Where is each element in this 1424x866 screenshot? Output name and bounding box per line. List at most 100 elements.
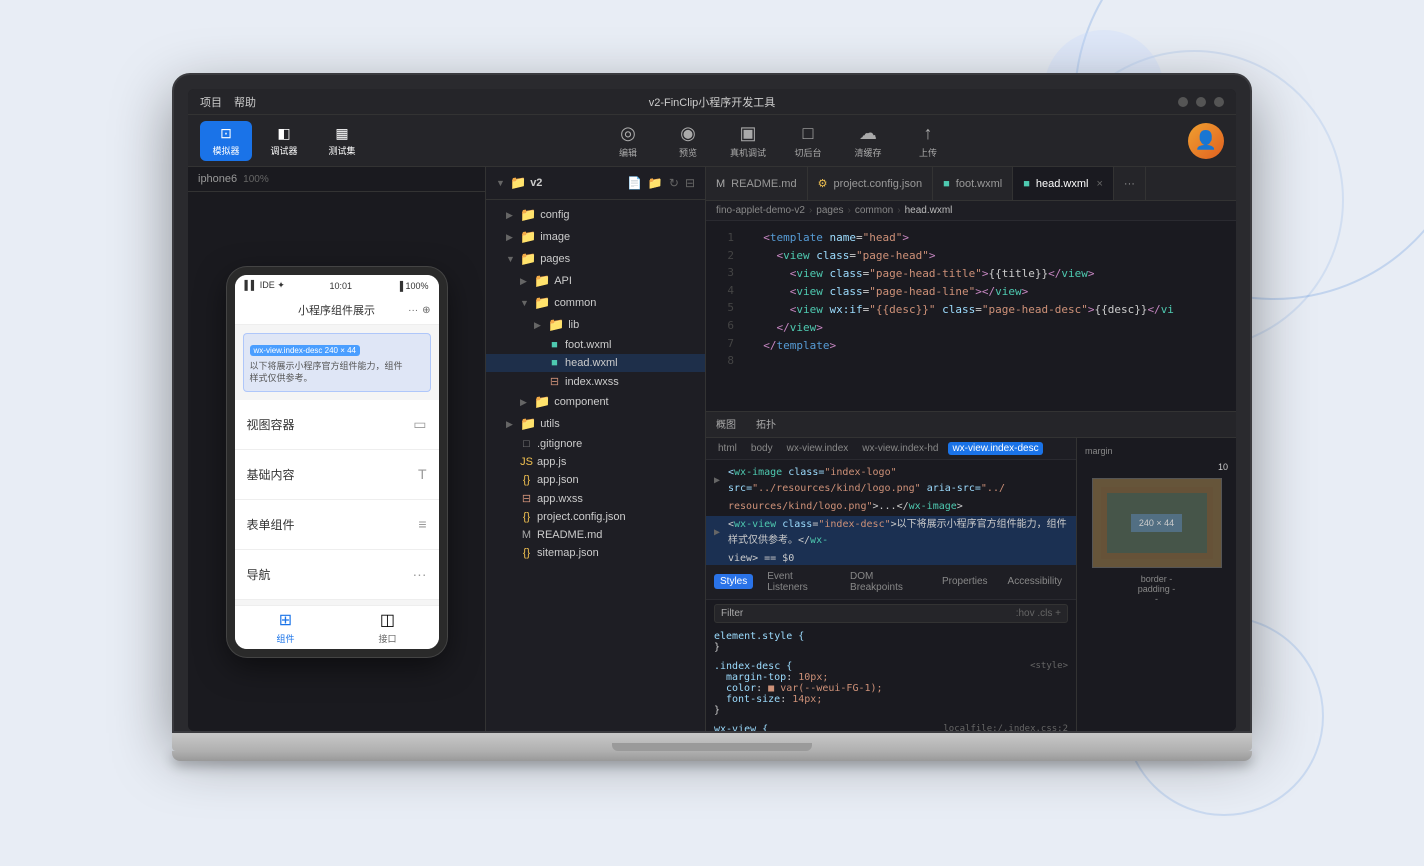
tree-item-lib[interactable]: ▶ 📁 lib — [486, 314, 705, 336]
toolbar-background-action[interactable]: □ 切后台 — [786, 123, 830, 159]
bc-html[interactable]: html — [714, 442, 741, 455]
toolbar-clear-cache-action[interactable]: ☁ 清缓存 — [846, 123, 890, 159]
breadcrumb-common: common — [855, 205, 893, 216]
upload-label: 上传 — [919, 146, 937, 159]
user-avatar[interactable]: 👤 — [1188, 123, 1224, 159]
code-editor: 1 2 3 4 5 6 7 8 <template name="head"> — [706, 221, 1236, 411]
window-minimize[interactable] — [1178, 97, 1188, 107]
tab-readme[interactable]: M README.md — [706, 167, 808, 200]
devtools-split: html body wx-view.index wx-view.index-hd… — [706, 438, 1236, 731]
breadcrumb-root: fino-applet-demo-v2 — [716, 205, 805, 216]
tab-foot-wxml[interactable]: ■ foot.wxml — [933, 167, 1013, 200]
ide-app: 项目 帮助 v2-FinClip小程序开发工具 ⊡ — [188, 89, 1236, 731]
tree-item-component[interactable]: ▶ 📁 component — [486, 391, 705, 413]
box-content-size: 240 × 44 — [1131, 514, 1182, 532]
bc-wx-view-index-desc[interactable]: wx-view.index-desc — [948, 442, 1042, 455]
phone-menu-item-2[interactable]: 表单组件 ≡ — [235, 500, 439, 550]
filter-pseudo[interactable]: :hov .cls + — [1016, 608, 1061, 619]
tree-item-head-wxml[interactable]: ▶ ■ head.wxml — [486, 354, 705, 372]
phone-nav-api[interactable]: ◫ 接口 — [378, 610, 396, 645]
json-file-icon: {} — [520, 474, 533, 486]
tab-project-config-label: project.config.json — [833, 178, 922, 190]
dom-source-line-4: view> == $0 — [706, 550, 1076, 565]
menu-item-project[interactable]: 项目 — [200, 94, 222, 110]
wxml-file-icon: ■ — [548, 357, 561, 369]
new-folder-icon[interactable]: 📁 — [648, 176, 663, 190]
tree-item-gitignore[interactable]: ▶ □ .gitignore — [486, 435, 705, 453]
file-tree-root-label: v2 — [530, 177, 542, 189]
tree-item-common[interactable]: ▼ 📁 common — [486, 292, 705, 314]
phone-menu-item-3[interactable]: 导航 ··· — [235, 550, 439, 600]
styles-tab-accessibility[interactable]: Accessibility — [1002, 574, 1068, 589]
nav-icon: ··· — [413, 566, 427, 582]
edit-icon: ◎ — [620, 123, 636, 144]
dt-tab-elements[interactable]: 概图 — [706, 412, 746, 437]
phone-nav-components[interactable]: ⊞ 组件 — [276, 610, 294, 645]
toolbar-edit-action[interactable]: ◎ 编辑 — [606, 123, 650, 159]
folder-icon: 📁 — [520, 229, 536, 245]
window-maximize[interactable] — [1196, 97, 1206, 107]
laptop: 项目 帮助 v2-FinClip小程序开发工具 ⊡ — [172, 73, 1252, 793]
tree-item-readme[interactable]: ▶ M README.md — [486, 526, 705, 544]
tree-item-app-wxss[interactable]: ▶ ⊟ app.wxss — [486, 489, 705, 508]
window-close[interactable] — [1214, 97, 1224, 107]
bc-wx-view-index-hd[interactable]: wx-view.index-hd — [858, 442, 942, 455]
menu-item-help[interactable]: 帮助 — [234, 94, 256, 110]
tree-item-api[interactable]: ▶ 📁 API — [486, 270, 705, 292]
tree-item-project-config[interactable]: ▶ {} project.config.json — [486, 508, 705, 526]
toolbar-preview-action[interactable]: ◉ 预览 — [666, 123, 710, 159]
tree-item-app-js[interactable]: ▶ JS app.js — [486, 453, 705, 471]
toolbar-simulator-btn[interactable]: ⊡ 模拟器 — [200, 121, 252, 161]
md-file-icon: M — [520, 529, 533, 541]
code-content: <template name="head"> <view class="page… — [742, 221, 1236, 411]
tree-item-utils[interactable]: ▶ 📁 utils — [486, 413, 705, 435]
collapse-icon[interactable]: ⊟ — [685, 176, 695, 190]
api-icon: ◫ — [380, 610, 395, 630]
phone-title-actions: ··· ⊕ — [408, 305, 430, 316]
window-controls — [1178, 97, 1224, 107]
styles-body: element.style { } .index-desc { <style> — [706, 627, 1076, 732]
dt-tab-styles[interactable]: 拓扑 — [746, 412, 786, 437]
toolbar-upload-action[interactable]: ↑ 上传 — [906, 123, 950, 159]
root-chevron: ▼ — [496, 178, 506, 188]
tree-item-app-json[interactable]: ▶ {} app.json — [486, 471, 705, 489]
devtools-box-model: margin 10 240 × 44 bor — [1076, 438, 1236, 731]
phone-title-bar: 小程序组件展示 ··· ⊕ — [235, 297, 439, 325]
toolbar-testset-btn[interactable]: ▦ 测试集 — [316, 121, 368, 161]
phone-title-text: 小程序组件展示 — [298, 302, 375, 318]
tab-more[interactable]: ··· — [1114, 167, 1146, 200]
new-file-icon[interactable]: 📄 — [627, 176, 642, 190]
tree-item-foot-wxml[interactable]: ▶ ■ foot.wxml — [486, 336, 705, 354]
styles-tab-styles[interactable]: Styles — [714, 574, 753, 589]
tree-item-index-wxss[interactable]: ▶ ⊟ index.wxss — [486, 372, 705, 391]
code-line-6: </view> — [742, 319, 1236, 337]
refresh-icon[interactable]: ↻ — [669, 176, 679, 190]
api-nav-label: 接口 — [378, 632, 396, 645]
tree-item-pages[interactable]: ▼ 📁 pages — [486, 248, 705, 270]
folder-icon: 📁 — [548, 317, 564, 333]
styles-tab-properties[interactable]: Properties — [936, 574, 994, 589]
dom-source-line-3: ▶ <wx-view class="index-desc">以下将展示小程序官方… — [706, 516, 1076, 550]
toolbar-debugger-btn[interactable]: ◧ 调试器 — [258, 121, 310, 161]
styles-tab-dom-breakpoints[interactable]: DOM Breakpoints — [844, 569, 928, 595]
phone-menu-item-0[interactable]: 视图容器 ▭ — [235, 400, 439, 450]
tree-item-sitemap[interactable]: ▶ {} sitemap.json — [486, 544, 705, 562]
simulator-label: 模拟器 — [212, 144, 239, 157]
tab-head-wxml[interactable]: ■ head.wxml × — [1013, 167, 1114, 200]
form-icon: ≡ — [418, 516, 426, 532]
toolbar-device-debug-action[interactable]: ▣ 真机调试 — [726, 123, 770, 159]
background-label: 切后台 — [794, 146, 821, 159]
tree-item-config[interactable]: ▶ 📁 config — [486, 204, 705, 226]
phone-size-badge: wx-view.index-desc 240 × 44 — [250, 345, 361, 356]
preview-label: 预览 — [679, 146, 697, 159]
tree-item-image[interactable]: ▶ 📁 image — [486, 226, 705, 248]
tab-close-btn[interactable]: × — [1096, 178, 1102, 190]
bc-body[interactable]: body — [747, 442, 777, 455]
upload-icon: ↑ — [924, 123, 933, 144]
box-labels: border - padding - - — [1085, 574, 1228, 604]
phone-menu-item-1[interactable]: 基础内容 T — [235, 450, 439, 500]
styles-tab-event-listeners[interactable]: Event Listeners — [761, 569, 836, 595]
tab-project-config[interactable]: ⚙ project.config.json — [808, 167, 934, 200]
bc-wx-view-index[interactable]: wx-view.index — [783, 442, 853, 455]
phone-content: wx-view.index-desc 240 × 44 以下将展示小程序官方组件… — [235, 325, 439, 605]
